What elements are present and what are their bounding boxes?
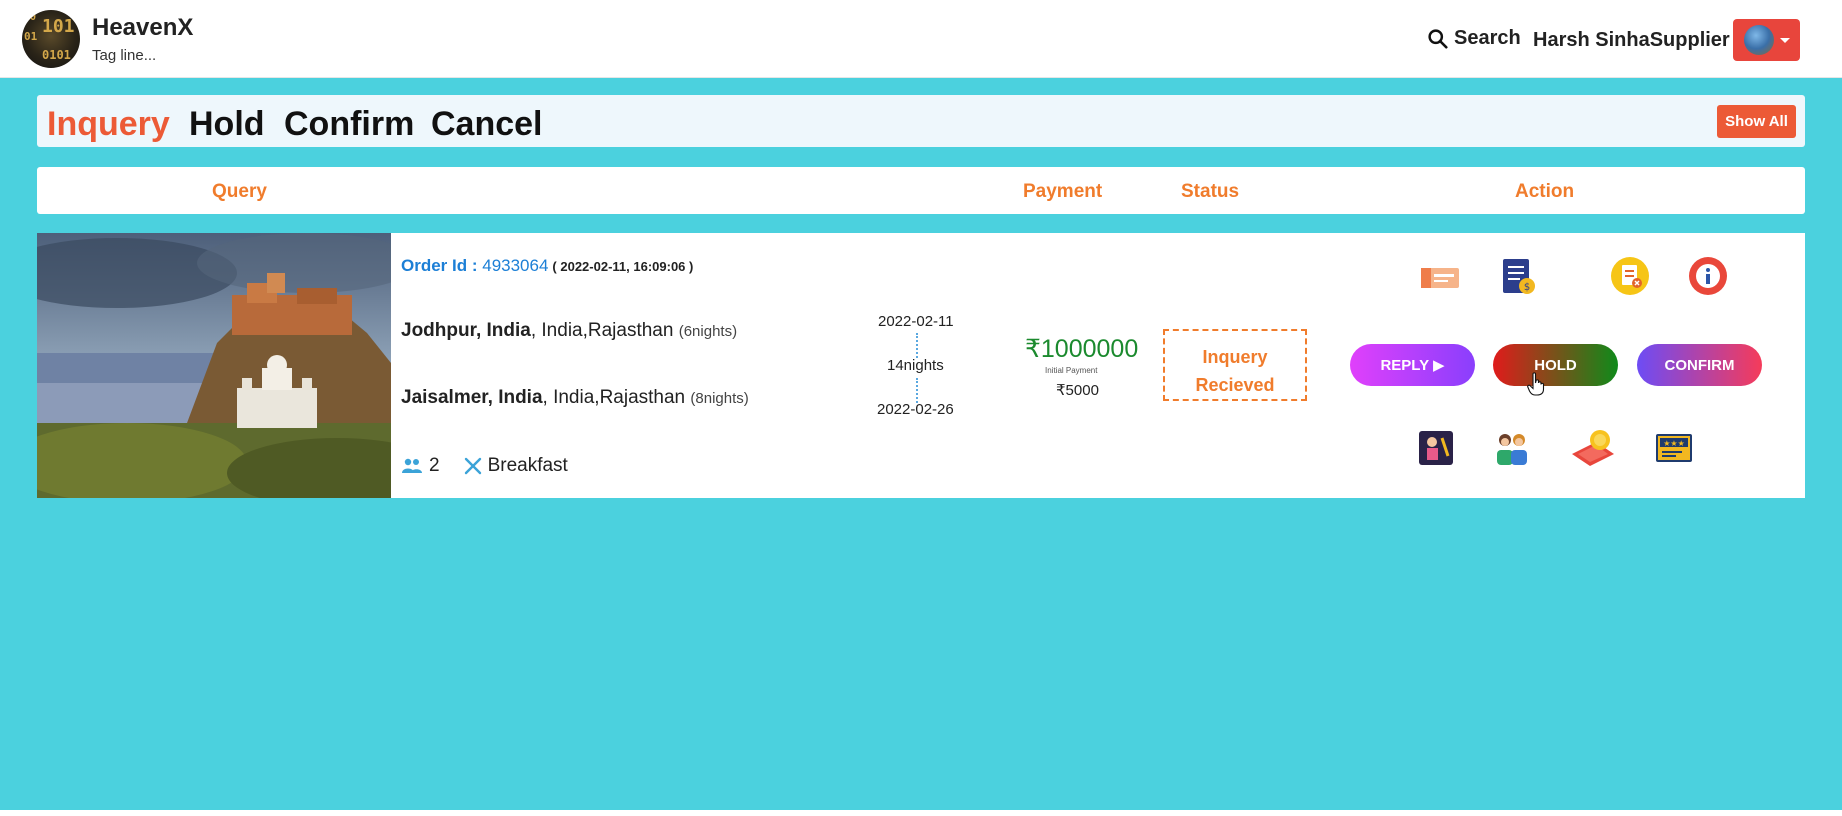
tab-cancel[interactable]: Cancel: [431, 105, 543, 144]
voucher-icon[interactable]: [1420, 258, 1460, 298]
reply-button[interactable]: REPLY ▶: [1350, 344, 1475, 386]
invoice-document-icon[interactable]: $: [1497, 256, 1537, 296]
confirm-button[interactable]: CONFIRM: [1637, 344, 1762, 386]
total-nights: 14nights: [887, 357, 944, 374]
group-users-icon[interactable]: [1492, 428, 1532, 468]
brand[interactable]: 101 10 01 0101 HeavenX Tag line...: [22, 10, 193, 68]
brand-name: HeavenX: [92, 14, 194, 41]
trip-summary: 2 Breakfast: [401, 455, 568, 477]
column-header-payment: Payment: [1023, 181, 1103, 202]
destination-region: , India,Rajasthan: [542, 387, 686, 408]
initial-payment-amount: ₹5000: [1056, 382, 1099, 399]
hold-button[interactable]: HOLD: [1493, 344, 1618, 386]
brand-tagline: Tag line...: [92, 47, 157, 64]
show-all-button[interactable]: Show All: [1717, 105, 1796, 138]
info-icon[interactable]: [1688, 256, 1728, 296]
timeline-connector: [916, 333, 918, 358]
hand-pointer-icon: [1527, 372, 1545, 401]
start-date: 2022-02-11: [878, 313, 954, 330]
destination-nights: (8nights): [690, 390, 749, 407]
footer-strip: [0, 810, 1842, 816]
column-header-action: Action: [1515, 181, 1575, 202]
svg-text:$: $: [1524, 282, 1530, 293]
tab-confirm[interactable]: Confirm: [284, 105, 414, 144]
chevron-down-icon: [1779, 37, 1790, 43]
notes-icon[interactable]: [1416, 428, 1456, 468]
end-date: 2022-02-26: [877, 401, 954, 418]
destination-city: Jaisalmer, India: [401, 387, 543, 408]
table-header: Query Payment Status Action: [37, 167, 1805, 214]
payment-coin-icon[interactable]: [1570, 428, 1614, 468]
tab-hold[interactable]: Hold: [189, 105, 265, 144]
tab-inquery[interactable]: Inquery: [47, 105, 170, 144]
status-line: Recieved: [1195, 375, 1275, 395]
destination-city: Jodhpur, India: [401, 320, 531, 341]
meal-plan: Breakfast: [487, 455, 568, 476]
users-icon: [402, 458, 422, 473]
order-date: ( 2022-02-11, 16:09:06 ): [552, 259, 694, 274]
search-label: Search: [1454, 27, 1521, 49]
destination-item: Jodhpur, India, India,Rajasthan (6nights…: [401, 320, 737, 342]
utensils-icon: [464, 457, 481, 475]
user-name[interactable]: Harsh SinhaSupplier: [1533, 29, 1730, 52]
status-tab-bar: Inquery Hold Confirm Cancel: [37, 95, 1805, 147]
column-header-query: Query: [212, 181, 267, 202]
destination-photo: [37, 233, 391, 498]
destination-item: Jaisalmer, India, India,Rajasthan (8nigh…: [401, 387, 749, 409]
status-badge: Inquery Recieved: [1163, 329, 1307, 401]
column-header-status: Status: [1181, 181, 1240, 202]
status-line: Inquery: [1202, 347, 1268, 367]
destination-region: , India,Rajasthan: [530, 320, 674, 341]
payment-amount: ₹1000000: [1025, 335, 1139, 363]
rating-card-icon[interactable]: ★★★: [1654, 428, 1694, 468]
table-row: Order Id : 4933064 ( 2022-02-11, 16:09:06…: [37, 233, 1805, 498]
top-navbar: 101 10 01 0101 HeavenX Tag line... Searc…: [0, 0, 1842, 78]
avatar: [1743, 25, 1774, 55]
cancel-document-icon[interactable]: [1610, 256, 1650, 296]
profile-dropdown-button[interactable]: [1733, 19, 1800, 61]
order-id[interactable]: 4933064: [482, 256, 548, 275]
timeline-connector: [916, 378, 918, 403]
initial-payment-label: Initial Payment: [1045, 366, 1098, 375]
brand-logo: 101 10 01 0101: [22, 10, 80, 68]
search-link[interactable]: Search: [1427, 27, 1521, 50]
svg-text:★★★: ★★★: [1663, 439, 1685, 448]
order-id-label: Order Id :: [401, 256, 483, 275]
order-line: Order Id : 4933064 ( 2022-02-11, 16:09:06…: [401, 256, 693, 276]
destination-nights: (6nights): [678, 323, 738, 340]
search-icon: [1428, 29, 1448, 49]
traveller-count: 2: [429, 455, 440, 476]
